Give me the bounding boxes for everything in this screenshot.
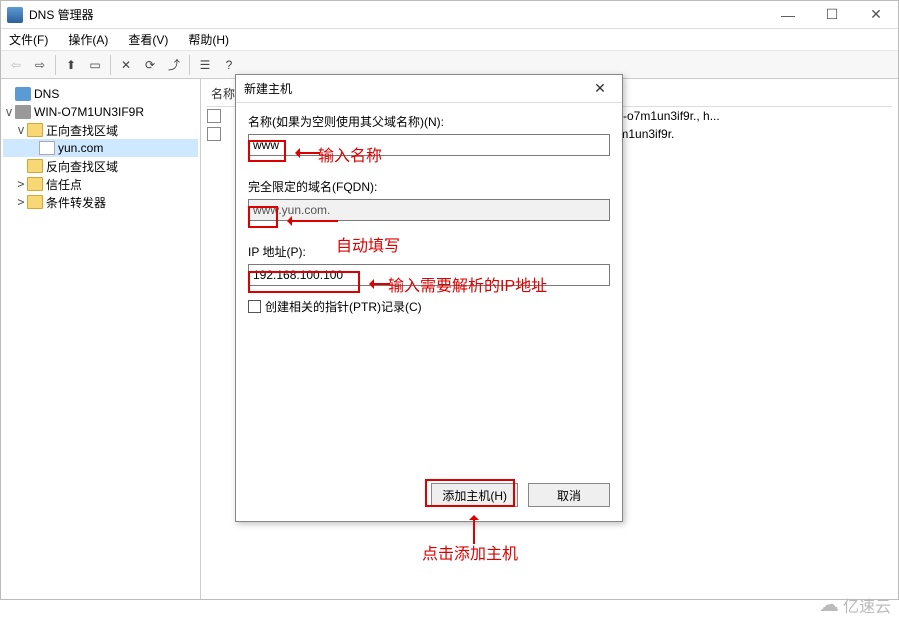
fqdn-input [248, 199, 610, 221]
dialog-titlebar: 新建主机 ✕ [236, 75, 622, 103]
help-button[interactable]: ? [218, 54, 240, 76]
tree-server-label: WIN-O7M1UN3IF9R [34, 105, 144, 119]
tree-domain[interactable]: v yun.com [3, 139, 198, 157]
tree-root[interactable]: v DNS [3, 85, 198, 103]
ip-label: IP 地址(P): [248, 243, 610, 260]
titlebar: DNS 管理器 — ☐ ✕ [1, 1, 898, 29]
maximize-button[interactable]: ☐ [810, 1, 854, 29]
app-icon [7, 7, 23, 23]
tree-rev-zone[interactable]: v 反向查找区域 [3, 157, 198, 175]
tree-server[interactable]: v WIN-O7M1UN3IF9R [3, 103, 198, 121]
delete-button[interactable]: ✕ [115, 54, 137, 76]
back-button[interactable]: ⇦ [5, 54, 27, 76]
tree-domain-label: yun.com [58, 141, 103, 155]
dialog-close-button[interactable]: ✕ [586, 75, 614, 103]
watermark: ☁ 亿速云 [819, 592, 891, 617]
forward-button[interactable]: ⇨ [29, 54, 51, 76]
minimize-button[interactable]: — [766, 1, 810, 29]
cloud-icon: ☁ [819, 592, 839, 617]
add-host-button[interactable]: 添加主机(H) [431, 483, 518, 507]
fqdn-label: 完全限定的域名(FQDN): [248, 178, 610, 195]
ip-input[interactable] [248, 264, 610, 286]
menu-action[interactable]: 操作(A) [64, 29, 112, 50]
record-icon [207, 109, 221, 123]
close-button[interactable]: ✕ [854, 1, 898, 29]
window-title: DNS 管理器 [29, 6, 94, 23]
tree-trust[interactable]: > 信任点 [3, 175, 198, 193]
name-label: 名称(如果为空则使用其父域名称)(N): [248, 113, 610, 130]
tree-root-label: DNS [34, 87, 59, 101]
refresh-button[interactable]: ⟳ [139, 54, 161, 76]
menu-file[interactable]: 文件(F) [5, 29, 52, 50]
record-icon [207, 127, 221, 141]
up-button[interactable]: ⬆ [60, 54, 82, 76]
ptr-label: 创建相关的指针(PTR)记录(C) [265, 298, 422, 315]
tree-fwd-zone[interactable]: v 正向查找区域 [3, 121, 198, 139]
ptr-checkbox[interactable] [248, 300, 261, 313]
tree-cond-fwd[interactable]: > 条件转发器 [3, 193, 198, 211]
tree-rev-zone-label: 反向查找区域 [46, 158, 118, 175]
export-button[interactable]: ⤴ [163, 54, 185, 76]
show-hide-button[interactable]: ▭ [84, 54, 106, 76]
cancel-button[interactable]: 取消 [528, 483, 610, 507]
properties-button[interactable]: ☰ [194, 54, 216, 76]
new-host-dialog: 新建主机 ✕ 名称(如果为空则使用其父域名称)(N): 完全限定的域名(FQDN… [235, 74, 623, 522]
tree-trust-label: 信任点 [46, 176, 82, 193]
tree-pane: v DNS v WIN-O7M1UN3IF9R v 正向查找区域 v yun.c… [1, 79, 201, 599]
tree-fwd-zone-label: 正向查找区域 [46, 122, 118, 139]
name-input[interactable] [248, 134, 610, 156]
menu-view[interactable]: 查看(V) [124, 29, 172, 50]
menubar: 文件(F) 操作(A) 查看(V) 帮助(H) [1, 29, 898, 51]
menu-help[interactable]: 帮助(H) [184, 29, 233, 50]
dialog-title: 新建主机 [244, 80, 586, 97]
tree-cond-fwd-label: 条件转发器 [46, 194, 106, 211]
